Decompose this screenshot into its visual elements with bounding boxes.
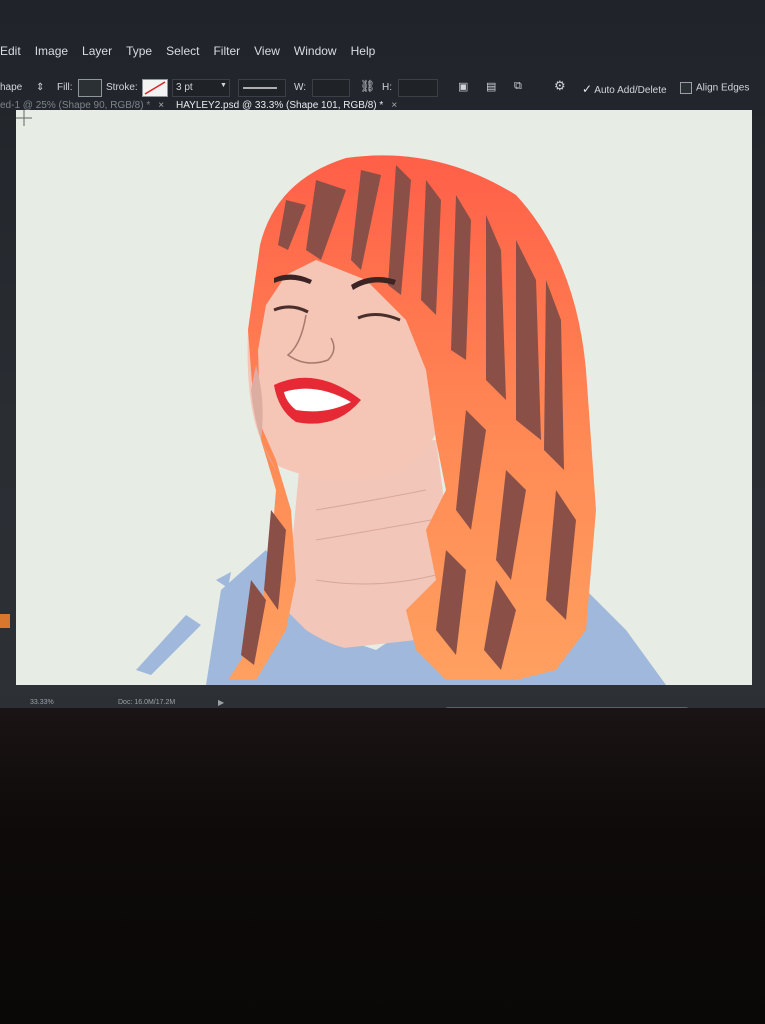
portrait-illustration — [136, 155, 666, 685]
align-edges-checkbox[interactable]: Align Edges — [680, 82, 749, 94]
tool-panel-edge — [0, 600, 12, 670]
path-operations-icon[interactable]: ▣ — [458, 80, 468, 93]
stroke-label: Stroke: — [106, 82, 138, 93]
link-icon[interactable]: ⛓ — [360, 79, 375, 93]
chevron-updown-icon[interactable]: ⇕ — [36, 82, 44, 93]
gear-icon[interactable]: ⚙ — [554, 78, 566, 94]
tool-mode-select[interactable]: hape — [0, 82, 22, 93]
stroke-type-select[interactable] — [238, 79, 286, 97]
menu-image[interactable]: Image — [28, 44, 75, 58]
width-field[interactable] — [312, 79, 350, 97]
checkbox-icon — [680, 82, 692, 94]
crosshair-cursor-icon — [16, 110, 32, 126]
menu-view[interactable]: View — [247, 44, 287, 58]
active-tool-indicator[interactable] — [0, 614, 10, 628]
zoom-level[interactable]: 33.33% — [30, 699, 54, 706]
width-label: W: — [294, 82, 307, 93]
document-canvas[interactable] — [16, 110, 752, 685]
monitor-bezel — [0, 708, 765, 1024]
menu-bar: Edit Image Layer Type Select Filter View… — [0, 38, 765, 64]
auto-add-delete-checkbox[interactable]: ✓ Auto Add/Delete — [582, 82, 667, 96]
stroke-swatch[interactable] — [142, 79, 168, 97]
no-stroke-icon — [144, 81, 166, 95]
height-field[interactable] — [398, 79, 438, 97]
fill-swatch[interactable] — [78, 79, 102, 97]
path-alignment-icon[interactable]: ▤ — [486, 80, 496, 93]
document-size: Doc: 16.0M/17.2M — [118, 699, 176, 706]
checkmark-icon: ✓ — [582, 82, 593, 96]
path-arrangement-icon[interactable]: ⧉ — [514, 80, 522, 93]
auto-add-delete-label: Auto Add/Delete — [594, 85, 667, 96]
menu-type[interactable]: Type — [119, 44, 159, 58]
chevron-down-icon[interactable]: ▼ — [220, 82, 227, 89]
menu-edit[interactable]: Edit — [0, 44, 28, 58]
fill-label: Fill: — [57, 82, 73, 93]
menu-filter[interactable]: Filter — [206, 44, 247, 58]
play-arrow-icon[interactable]: ▶ — [218, 698, 224, 707]
menu-help[interactable]: Help — [344, 44, 383, 58]
height-label: H: — [382, 82, 392, 93]
menu-select[interactable]: Select — [159, 44, 206, 58]
line-style-icon — [243, 87, 277, 89]
menu-layer[interactable]: Layer — [75, 44, 119, 58]
stroke-width-value: 3 pt — [176, 82, 193, 93]
menu-window[interactable]: Window — [287, 44, 344, 58]
align-edges-label: Align Edges — [696, 82, 750, 94]
